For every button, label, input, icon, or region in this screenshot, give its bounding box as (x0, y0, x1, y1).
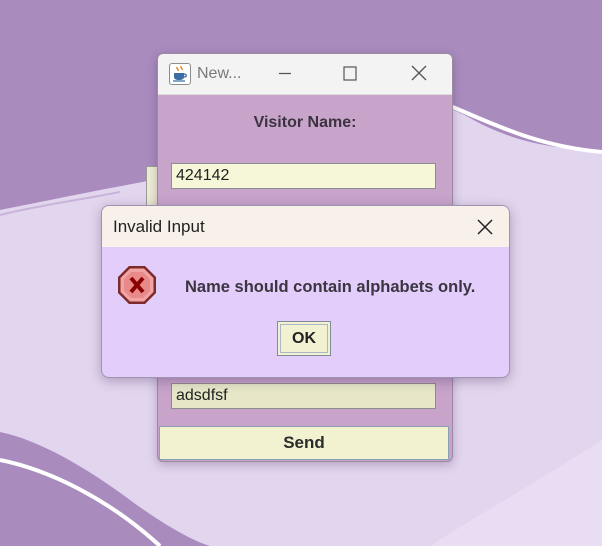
close-icon (411, 65, 427, 81)
send-button[interactable]: Send (159, 426, 449, 460)
minimize-icon (279, 72, 291, 75)
maximize-icon (343, 66, 357, 81)
java-cup-icon (169, 63, 191, 85)
maximize-button[interactable] (330, 60, 370, 88)
main-window-title: New... (197, 65, 242, 82)
main-window-titlebar[interactable]: New... (158, 54, 452, 95)
dialog-title: Invalid Input (113, 217, 205, 236)
visitor-name-field[interactable]: 424142 (171, 163, 436, 189)
ok-button[interactable]: OK (277, 321, 331, 356)
error-message: Name should contain alphabets only. (185, 278, 476, 296)
dialog-titlebar[interactable]: Invalid Input (102, 206, 509, 247)
invalid-input-dialog: Invalid Input Name should contain alphab… (101, 205, 510, 378)
close-button[interactable] (399, 60, 439, 88)
visitor-name-label: Visitor Name: (253, 114, 357, 131)
minimize-button[interactable] (265, 60, 305, 88)
error-icon (116, 264, 158, 306)
text-field[interactable]: adsdfsf (171, 383, 436, 409)
close-icon (477, 219, 493, 235)
dialog-close-button[interactable] (471, 214, 499, 240)
